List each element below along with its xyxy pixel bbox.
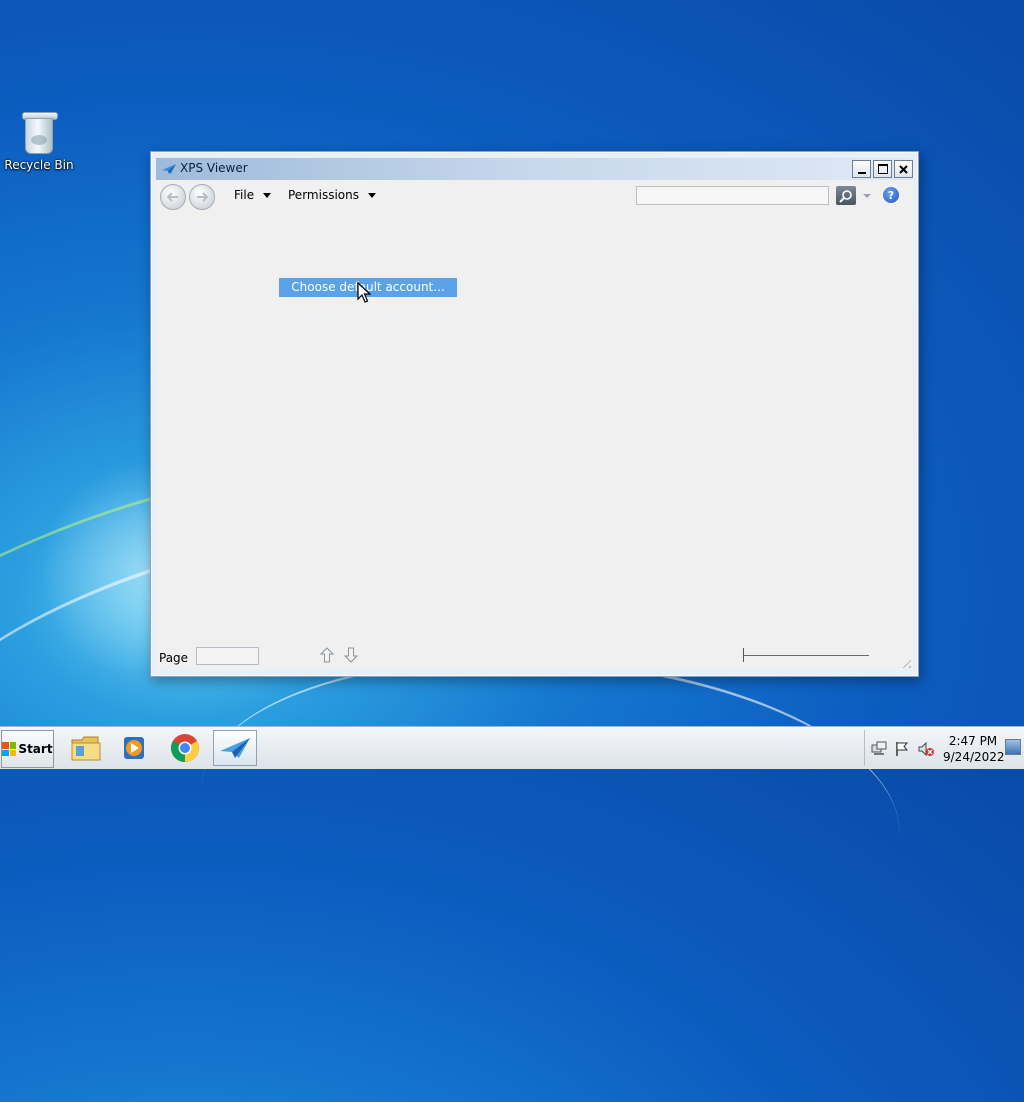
xps-viewer-icon [162, 164, 176, 174]
zoom-slider-thumb[interactable] [743, 648, 744, 662]
maximize-button[interactable] [873, 160, 892, 178]
forward-button[interactable] [189, 184, 215, 210]
taskbar-google-chrome[interactable] [163, 730, 207, 766]
window-title: XPS Viewer [180, 161, 248, 175]
close-icon [899, 164, 908, 174]
maximize-icon [877, 164, 888, 174]
forward-arrow-icon [197, 192, 208, 202]
network-icon[interactable] [871, 741, 887, 757]
document-area: File Permissions ? Choose default accoun… [156, 180, 913, 670]
system-tray: 2:47 PM 9/24/2022 [864, 730, 1023, 766]
permissions-menu[interactable]: Permissions [288, 188, 376, 202]
resize-grip[interactable] [899, 656, 911, 668]
start-label: Start [18, 742, 53, 756]
media-player-icon [124, 737, 144, 759]
page-label: Page [159, 651, 189, 665]
show-desktop-button[interactable] [1005, 739, 1021, 755]
title-bar[interactable]: XPS Viewer [156, 158, 913, 180]
help-icon: ? [887, 188, 895, 202]
clock-date: 9/24/2022 [943, 750, 1005, 764]
mouse-cursor-icon [357, 282, 371, 303]
search-input[interactable] [636, 186, 829, 205]
recycle-bin-icon [22, 110, 58, 154]
desktop-icon-label: Recycle Bin [4, 158, 74, 172]
wallpaper-swoosh [190, 635, 910, 988]
desktop-icon-recycle-bin[interactable]: Recycle Bin [4, 110, 74, 172]
clock[interactable]: 2:47 PM 9/24/2022 [943, 733, 1005, 765]
folder-icon [71, 736, 101, 761]
previous-page-button[interactable] [318, 645, 336, 665]
clock-time: 2:47 PM [948, 734, 998, 748]
taskbar-windows-media-player[interactable] [112, 730, 156, 766]
search-button[interactable] [836, 186, 856, 205]
toolbar: File Permissions ? [156, 180, 913, 212]
start-button[interactable]: Start [1, 730, 54, 768]
file-menu-label: File [234, 188, 255, 202]
close-button[interactable] [894, 160, 913, 178]
arrow-down-icon [344, 647, 358, 663]
status-bar: Page [156, 642, 913, 670]
volume-muted-icon[interactable] [918, 741, 934, 757]
minimize-icon [857, 171, 866, 174]
chevron-down-icon [263, 193, 272, 198]
arrow-up-icon [320, 647, 334, 663]
back-arrow-icon [167, 192, 178, 202]
next-page-button[interactable] [342, 645, 360, 665]
xps-viewer-icon [220, 738, 250, 758]
permissions-menu-label: Permissions [288, 188, 359, 202]
action-center-flag-icon[interactable] [894, 741, 910, 757]
help-button[interactable]: ? [883, 187, 899, 203]
windows-logo-icon [2, 742, 17, 756]
taskbar-xps-viewer[interactable] [213, 730, 257, 766]
minimize-button[interactable] [852, 160, 871, 178]
taskbar-windows-explorer[interactable] [64, 730, 108, 766]
search-icon [839, 189, 852, 203]
page-number-input[interactable] [196, 647, 259, 665]
xps-viewer-window: XPS Viewer File Permissions ? Choose def… [150, 151, 919, 677]
file-menu[interactable]: File [234, 188, 272, 202]
search-options-dropdown[interactable] [863, 194, 871, 198]
back-button[interactable] [160, 184, 186, 210]
chrome-icon [171, 734, 199, 762]
taskbar: Start 2:47 PM 9/24/2022 [0, 726, 1024, 769]
zoom-slider[interactable] [743, 655, 869, 656]
chevron-down-icon [367, 193, 376, 198]
